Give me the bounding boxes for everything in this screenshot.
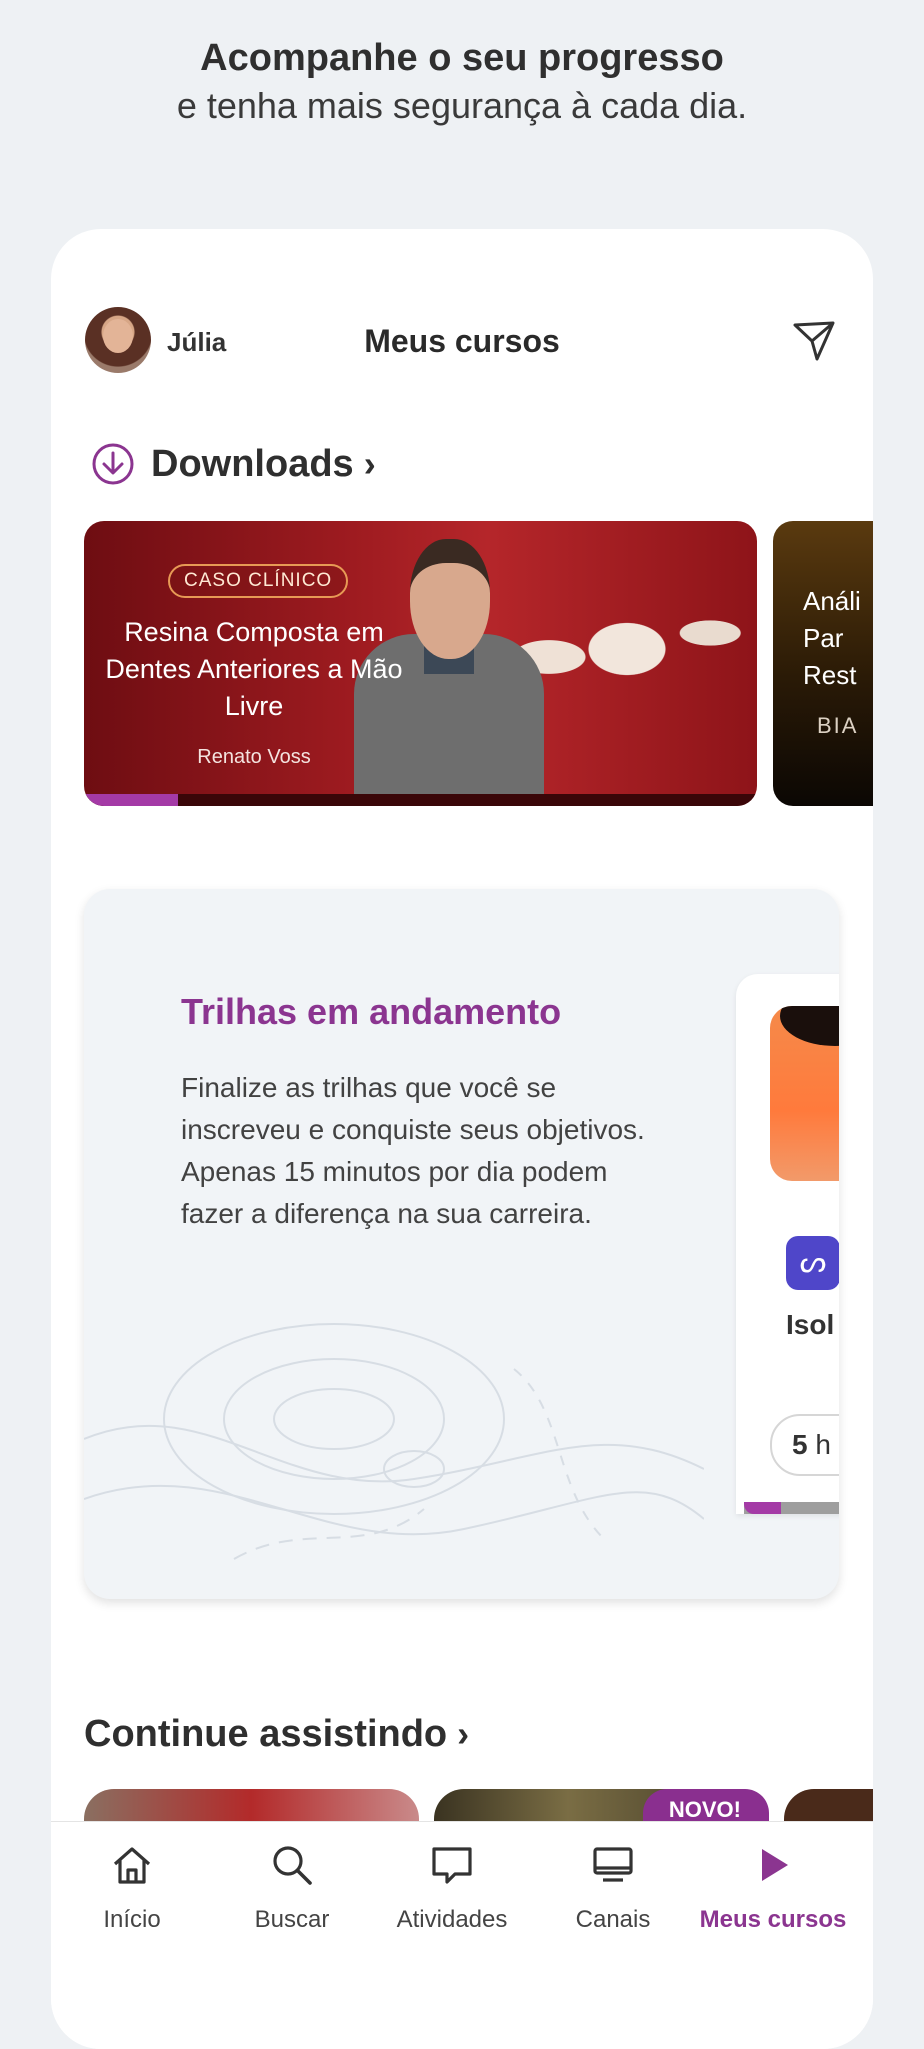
trilha-card[interactable]: ᔕ Isol 5 h (736, 974, 839, 1514)
trilha-duration-unit: h (815, 1429, 831, 1460)
trilha-logo-icon: ᔕ (786, 1236, 839, 1290)
downloads-label: Downloads (151, 442, 354, 485)
continue-watching-header[interactable]: Continue assistindo › (84, 1709, 469, 1759)
trilha-duration-value: 5 (792, 1429, 808, 1460)
chevron-right-icon: › (363, 443, 376, 484)
download-course-card[interactable]: CASO CLÍNICO Resina Composta em Dentes A… (84, 521, 757, 806)
downloads-header[interactable]: Downloads › (91, 439, 376, 489)
tab-atividades[interactable]: Atividades (372, 1842, 532, 1934)
course-progress-track (84, 794, 757, 806)
search-icon (273, 1846, 312, 1885)
tab-label: Buscar (254, 1906, 330, 1933)
monitor-icon (593, 1847, 633, 1882)
bottom-tab-bar: Início Buscar Atividades Canais Meus cur… (51, 1821, 873, 2049)
course-author: Renato Voss (197, 746, 311, 768)
trilha-progress-fill (744, 1502, 781, 1514)
case-badge: CASO CLÍNICO (168, 564, 349, 598)
tab-buscar[interactable]: Buscar (212, 1842, 372, 1934)
course-title-partial: Análi Par Rest (803, 586, 861, 690)
trilha-duration: 5 h (770, 1414, 839, 1476)
tab-canais[interactable]: Canais (533, 1842, 693, 1934)
tab-inicio[interactable]: Início (52, 1842, 212, 1934)
course-progress-fill (84, 794, 179, 806)
trilhas-section: Trilhas em andamento Finalize as trilhas… (84, 889, 839, 1599)
tab-meus-cursos[interactable]: Meus cursos (693, 1842, 853, 1934)
promo-title: Acompanhe o seu progresso (200, 37, 724, 79)
chat-icon (432, 1847, 472, 1884)
course-author-partial: BIA (817, 713, 859, 738)
trilha-thumbnail (770, 1006, 839, 1181)
chevron-right-icon: › (457, 1713, 470, 1754)
continue-label: Continue assistindo (84, 1712, 448, 1755)
send-icon[interactable] (791, 317, 837, 363)
phone-screen: Júlia Meus cursos Downloads › CASO CLÍNI… (51, 229, 873, 2049)
tab-label: Canais (575, 1906, 651, 1933)
promo-headline: Acompanhe o seu progresso e tenha mais s… (0, 34, 924, 130)
home-icon (113, 1847, 151, 1884)
tab-label: Atividades (396, 1906, 508, 1933)
page-title: Meus cursos (364, 323, 560, 359)
top-bar: Júlia Meus cursos (51, 307, 873, 377)
topographic-pattern (84, 1323, 704, 1560)
promo-subtitle: e tenha mais segurança à cada dia. (176, 85, 748, 126)
download-circle-icon (92, 443, 134, 485)
play-icon (762, 1849, 788, 1881)
course-title: Resina Composta em Dentes Anteriores a M… (105, 617, 403, 721)
trilhas-title: Trilhas em andamento (181, 991, 562, 1032)
tab-label: Início (103, 1906, 161, 1933)
tab-label: Meus cursos (699, 1906, 847, 1933)
trilhas-description: Finalize as trilhas que você se inscreve… (181, 1072, 645, 1229)
trilha-name: Isol (786, 1309, 835, 1340)
download-course-card-partial[interactable]: Análi Par Rest BIA (773, 521, 873, 806)
